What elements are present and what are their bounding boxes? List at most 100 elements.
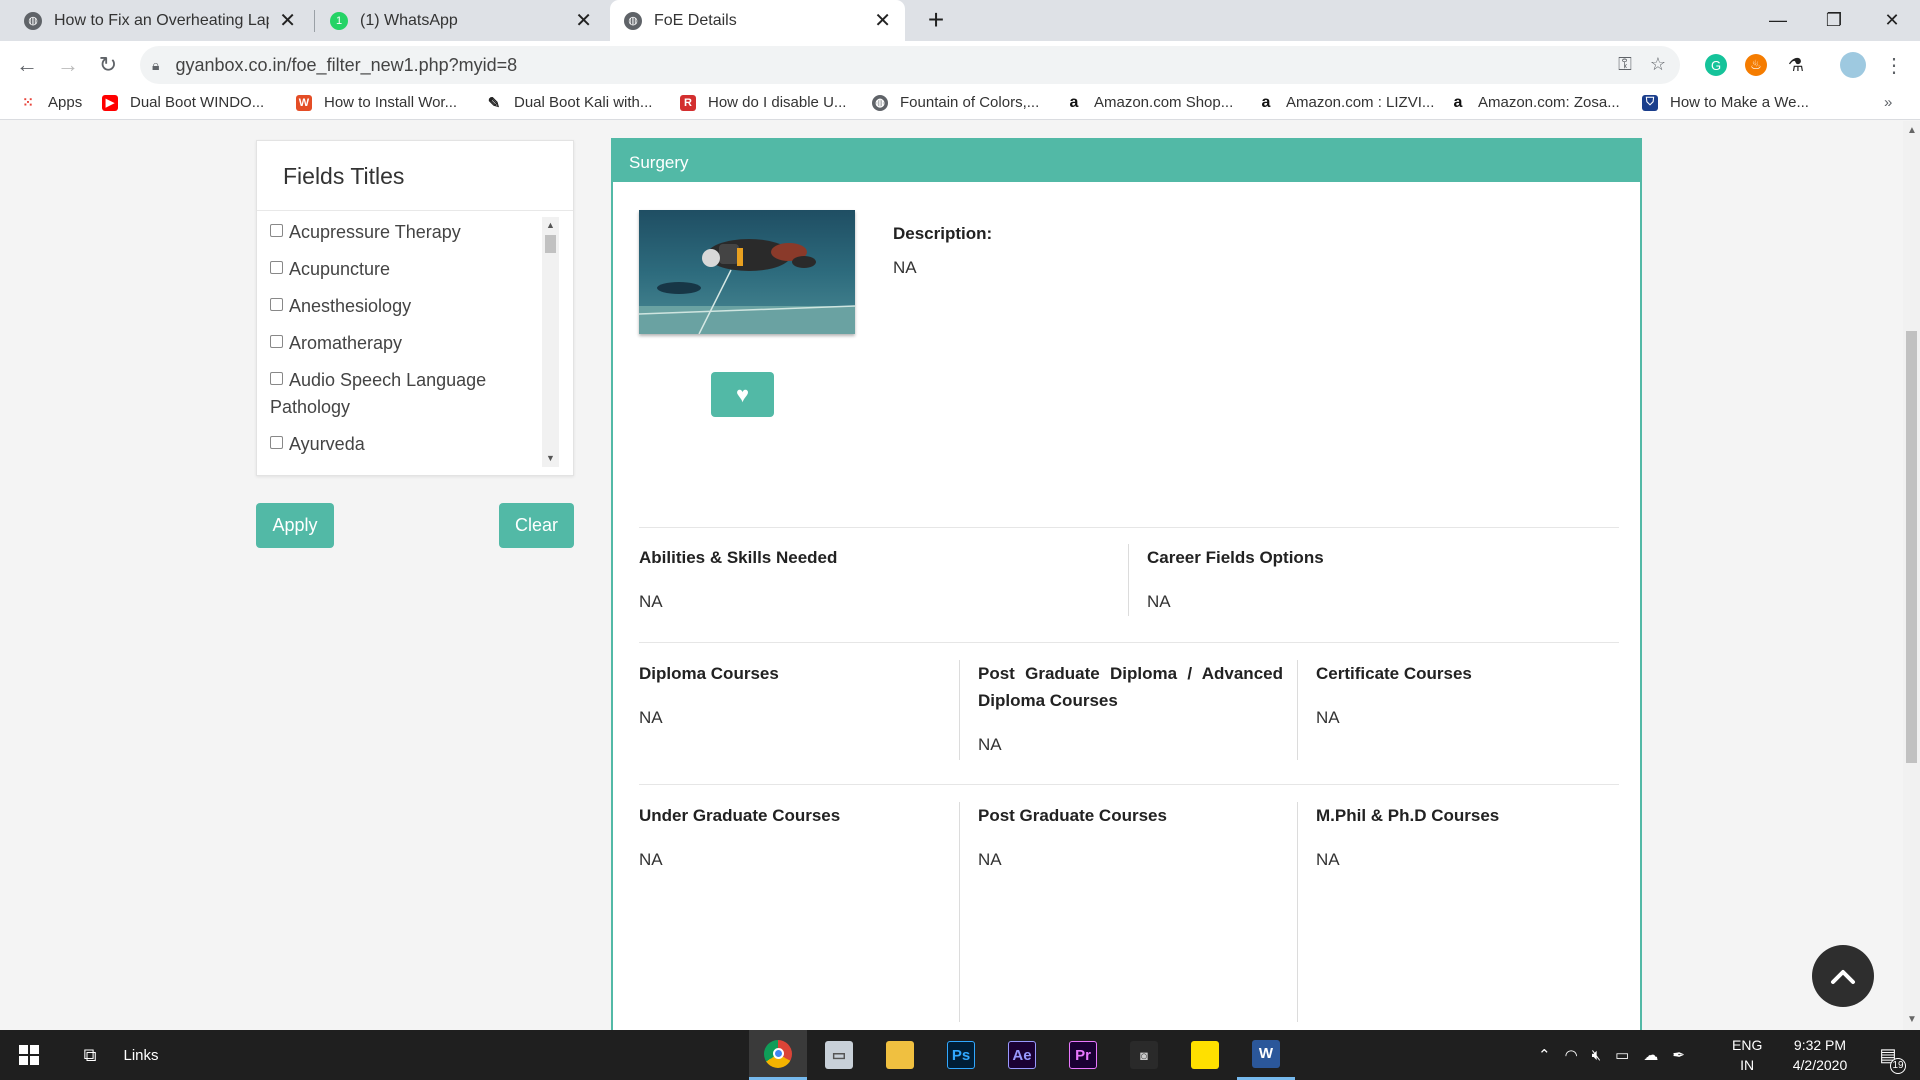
checkbox[interactable]: [270, 335, 283, 348]
column-divider: [1297, 802, 1298, 1022]
minimize-icon[interactable]: —: [1750, 0, 1806, 41]
unknown-app-icon[interactable]: ▭: [810, 1030, 868, 1080]
back-arrow-icon[interactable]: ←: [11, 49, 43, 81]
sticky-notes-icon[interactable]: [1176, 1030, 1234, 1080]
address-bar[interactable]: 🔒︎ gyanbox.co.in/foe_filter_new1.php?myi…: [140, 46, 1680, 84]
onedrive-icon[interactable]: ☁: [1643, 1046, 1658, 1064]
checkbox[interactable]: [270, 224, 283, 237]
battery-icon[interactable]: ▭: [1615, 1046, 1629, 1064]
scroll-down-arrow-icon[interactable]: ▼: [546, 453, 555, 463]
checkbox[interactable]: [270, 372, 283, 385]
extension-flame-icon[interactable]: ♨: [1745, 54, 1767, 76]
windows-start-icon[interactable]: [0, 1030, 58, 1080]
checkbox[interactable]: [270, 261, 283, 274]
clear-button[interactable]: Clear: [499, 503, 574, 548]
close-tab-icon[interactable]: ✕: [874, 8, 891, 33]
photoshop-icon[interactable]: Ps: [932, 1030, 990, 1080]
menu-dots-icon[interactable]: ⋮: [1883, 54, 1905, 77]
chrome-icon[interactable]: [749, 1030, 807, 1080]
card-header: Surgery: [613, 140, 1640, 182]
bookmark-label: Amazon.com : LIZVI...: [1286, 94, 1435, 111]
page-scrollbar[interactable]: ▲ ▼: [1903, 121, 1920, 1030]
forward-arrow-icon[interactable]: →: [52, 49, 84, 81]
close-window-icon[interactable]: ✕: [1864, 0, 1920, 41]
bookmark-make-a-website[interactable]: ⛉ How to Make a We...: [1642, 94, 1809, 111]
field-image: [639, 210, 855, 334]
tab-strip: ◍ How to Fix an Overheating Lapto ✕ 1 (1…: [0, 0, 1920, 41]
bookmark-fountain-of-colors[interactable]: ◍ Fountain of Colors,...: [872, 94, 1039, 111]
scroll-up-arrow-icon[interactable]: ▲: [546, 220, 555, 230]
after-effects-icon[interactable]: Ae: [993, 1030, 1051, 1080]
favorite-heart-button[interactable]: ♥: [711, 372, 774, 417]
media-encoder-icon[interactable]: ◙: [1115, 1030, 1173, 1080]
checkbox[interactable]: [270, 436, 283, 449]
volume-muted-icon[interactable]: 🔇︎: [1592, 1047, 1601, 1064]
close-tab-icon[interactable]: ✕: [279, 8, 296, 33]
chevron-up-icon: [1831, 970, 1855, 984]
filter-item-acupuncture[interactable]: Acupuncture: [270, 256, 547, 283]
grammarly-icon[interactable]: G: [1705, 54, 1727, 76]
key-icon[interactable]: ⚿: [1618, 54, 1632, 75]
globe-icon: ◍: [24, 11, 42, 30]
reload-icon[interactable]: ↻: [92, 49, 124, 81]
bookmark-amazon-zosa[interactable]: a Amazon.com: Zosa...: [1450, 94, 1620, 112]
tab-title: How to Fix an Overheating Lapto: [54, 11, 270, 29]
url-text[interactable]: gyanbox.co.in/foe_filter_new1.php?myid=8: [175, 55, 517, 76]
bookmark-w-icon: W: [296, 94, 312, 111]
bookmark-label: Apps: [48, 94, 83, 111]
bookmark-amazon-shop[interactable]: a Amazon.com Shop...: [1066, 93, 1234, 112]
word-icon[interactable]: W: [1237, 1030, 1295, 1080]
tab-overheating-laptop[interactable]: ◍ How to Fix an Overheating Lapto ✕: [10, 0, 310, 41]
bookmark-amazon-lizvi[interactable]: a Amazon.com : LIZVI...: [1258, 94, 1435, 112]
filter-item-acupressure[interactable]: Acupressure Therapy: [270, 219, 547, 246]
premiere-icon[interactable]: Pr: [1054, 1030, 1112, 1080]
scroll-to-top-button[interactable]: [1812, 945, 1874, 1007]
page-scroll-thumb[interactable]: [1906, 331, 1917, 763]
chevron-up-icon[interactable]: ⌃: [1538, 1046, 1551, 1064]
bookmark-label: How to Install Wor...: [324, 94, 458, 111]
pen-icon[interactable]: ✒: [1672, 1046, 1685, 1064]
page-viewport: Fields Titles Acupressure Therapy Acupun…: [0, 121, 1903, 1030]
filter-item-aromatherapy[interactable]: Aromatherapy: [270, 330, 547, 357]
bookmark-apps[interactable]: ⁙ Apps: [20, 94, 82, 111]
links-toolbar[interactable]: Links: [118, 1030, 164, 1080]
amazon-icon: a: [1069, 93, 1079, 111]
notification-center-icon[interactable]: ▤ 19: [1868, 1030, 1908, 1080]
tab-title: (1) WhatsApp: [360, 11, 458, 29]
certificate-courses-value: NA: [1316, 708, 1340, 727]
tab-foe-details[interactable]: ◍ FoE Details ✕: [610, 0, 905, 41]
filter-item-anesthesiology[interactable]: Anesthesiology: [270, 293, 547, 320]
diploma-courses-value: NA: [639, 708, 663, 727]
bookmark-install-wordpress[interactable]: W How to Install Wor...: [296, 94, 457, 111]
bookmark-dual-boot-kali[interactable]: ✎ Dual Boot Kali with...: [486, 94, 653, 112]
bookmark-label: Amazon.com Shop...: [1094, 94, 1234, 111]
scroll-up-arrow-icon[interactable]: ▲: [1907, 125, 1917, 136]
scroll-down-arrow-icon[interactable]: ▼: [1907, 1014, 1917, 1025]
globe-icon: ◍: [624, 11, 642, 30]
divider: [639, 642, 1619, 643]
wifi-icon[interactable]: ◠: [1565, 1046, 1578, 1064]
restore-icon[interactable]: ❐: [1806, 0, 1862, 41]
pg-diploma-title: Post Graduate Diploma / Advanced Diploma…: [978, 664, 1283, 710]
flask-icon[interactable]: ⚗: [1785, 54, 1807, 76]
tab-whatsapp[interactable]: 1 (1) WhatsApp ✕: [316, 0, 606, 41]
scroll-thumb[interactable]: [545, 235, 556, 253]
filter-list-scrollbar[interactable]: ▲ ▼: [542, 217, 559, 467]
star-icon[interactable]: ☆: [1650, 54, 1666, 75]
filter-list: Acupressure Therapy Acupuncture Anesthes…: [257, 213, 557, 469]
clock[interactable]: 9:32 PM 4/2/2020: [1780, 1030, 1860, 1080]
language-indicator[interactable]: ENG IN: [1732, 1030, 1762, 1080]
close-tab-icon[interactable]: ✕: [575, 8, 592, 33]
filter-item-ayurveda[interactable]: Ayurveda: [270, 431, 547, 458]
checkbox[interactable]: [270, 298, 283, 311]
tab-title: FoE Details: [654, 11, 737, 29]
filter-item-audio-speech[interactable]: Audio Speech Language Pathology: [270, 367, 505, 421]
new-tab-button[interactable]: +: [920, 5, 952, 37]
file-explorer-icon[interactable]: [871, 1030, 929, 1080]
task-view-icon[interactable]: ⧉: [70, 1030, 110, 1080]
bookmark-dual-boot-windows[interactable]: ▶ Dual Boot WINDO...: [102, 94, 264, 111]
bookmark-disable-u[interactable]: R How do I disable U...: [680, 94, 846, 111]
profile-avatar[interactable]: [1840, 52, 1866, 78]
apply-button[interactable]: Apply: [256, 503, 334, 548]
more-bookmarks-icon[interactable]: »: [1884, 94, 1892, 111]
